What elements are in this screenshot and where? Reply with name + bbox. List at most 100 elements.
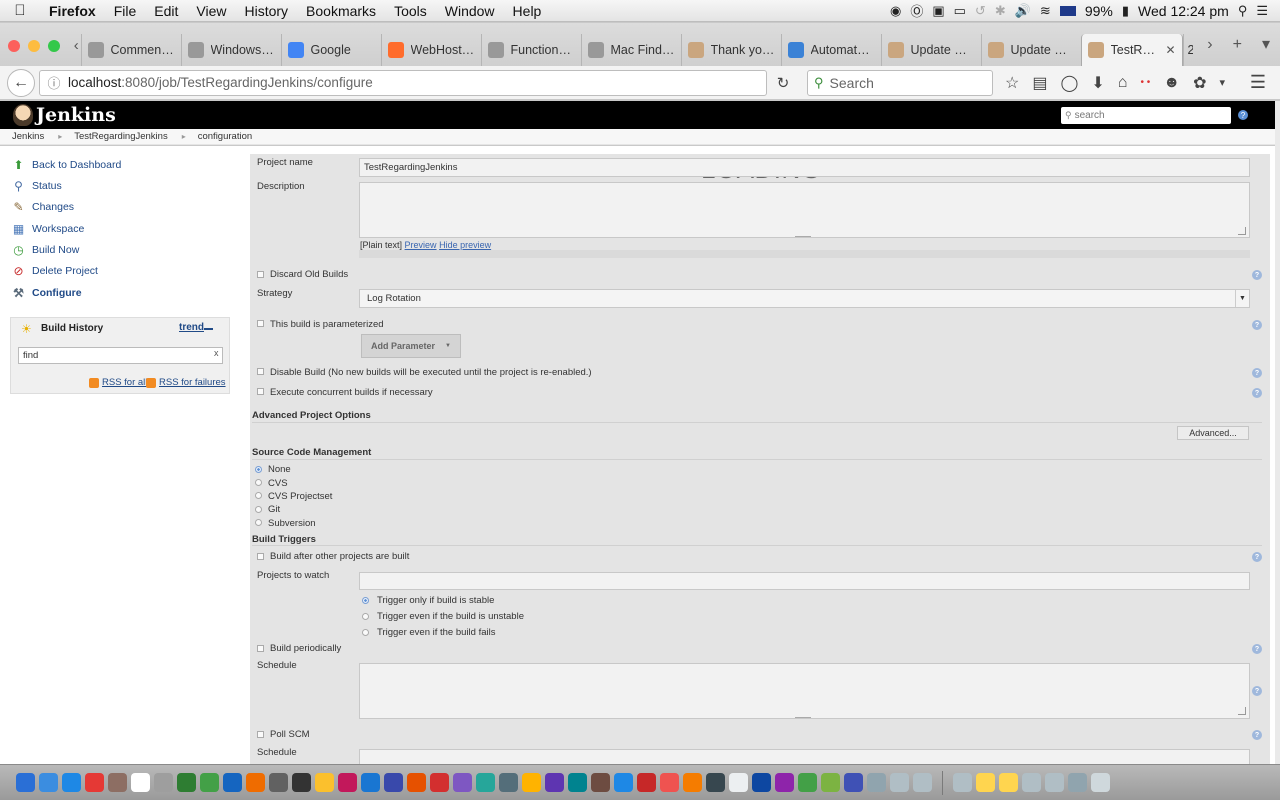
airplay-icon[interactable]: ▭ [954,3,966,19]
dock-app-icon[interactable] [953,773,972,792]
poll-scm-checkbox[interactable] [257,731,264,738]
dock-app-icon[interactable] [683,773,702,792]
menu-view[interactable]: View [187,3,235,19]
site-info-icon[interactable]: ⓘ [40,73,68,92]
status-b-icon[interactable]: Ⓞ [910,1,923,20]
menu-tools[interactable]: Tools [385,3,436,19]
page-scrollbar[interactable] [1275,101,1280,764]
menu-window[interactable]: Window [436,3,504,19]
help-icon[interactable]: ? [1252,368,1262,378]
task-back-to-dashboard[interactable]: ⬆ Back to Dashboard [11,157,121,172]
strategy-select[interactable]: Log Rotation ▼ [359,289,1250,308]
dock-app-icon[interactable] [177,773,196,792]
search-bar[interactable]: ⚲ Search [807,69,993,96]
reload-icon[interactable]: ↻ [767,74,799,92]
help-icon[interactable]: ? [1252,686,1262,696]
task-changes[interactable]: ✎ Changes [11,199,74,214]
dock-app-icon[interactable] [999,773,1018,792]
tab[interactable]: Automate… [780,34,881,66]
dock-app-icon[interactable] [85,773,104,792]
dock-app-icon[interactable] [476,773,495,792]
breadcrumb-jenkins[interactable]: Jenkins [0,131,58,142]
url-bar[interactable]: ⓘ localhost:8080/job/TestRegardingJenkin… [39,69,767,96]
dock-app-icon[interactable] [499,773,518,792]
status-book-icon[interactable]: ▣ [932,3,944,19]
dock-app-icon[interactable] [821,773,840,792]
tab[interactable]: Mac Find… [580,34,681,66]
jenkins-logo[interactable]: Jenkins [13,104,116,126]
menu-file[interactable]: File [105,3,146,19]
scm-git-radio[interactable] [255,506,262,513]
resize-grip-icon[interactable] [1238,707,1246,715]
collapse-icon[interactable] [204,328,213,330]
tab[interactable]: Google [280,34,381,66]
battery-icon[interactable]: ▮ [1122,3,1129,19]
tab[interactable]: Update C… [880,34,981,66]
rss-all-link[interactable]: RSS for all [89,377,147,388]
tab[interactable]: Windows… [180,34,281,66]
trigger-fails-radio[interactable] [362,629,369,636]
dock-app-icon[interactable] [568,773,587,792]
help-icon[interactable]: ? [1252,730,1262,740]
disable-build-checkbox[interactable] [257,368,264,375]
menu-edit[interactable]: Edit [145,3,187,19]
task-delete-project[interactable]: ⊘ Delete Project [11,263,97,278]
tab[interactable]: WebHost… [380,34,481,66]
task-configure[interactable]: ⚒ Configure [11,285,81,300]
addon-dots-icon[interactable]: • • [1140,77,1150,88]
trigger-unstable-radio[interactable] [362,613,369,620]
dock-app-icon[interactable] [407,773,426,792]
dock-app-icon[interactable] [338,773,357,792]
flag-icon[interactable] [1059,5,1076,16]
projects-to-watch-input[interactable] [359,572,1250,590]
dock-app-icon[interactable] [292,773,311,792]
dock-app-icon[interactable] [1022,773,1041,792]
breadcrumb-configuration[interactable]: configuration [186,131,266,142]
tab-scroll-left-icon[interactable]: ‹ [72,37,81,66]
task-workspace[interactable]: ▦ Workspace [11,221,85,236]
tab-active[interactable]: TestR… ✕ [1080,34,1183,66]
task-build-now[interactable]: ◷ Build Now [11,242,79,257]
menu-help[interactable]: Help [504,3,551,19]
dock-app-icon[interactable] [108,773,127,792]
tab[interactable]: Function… [480,34,581,66]
dock-app-icon[interactable] [384,773,403,792]
parameterized-checkbox[interactable] [257,320,264,327]
menubar-clock[interactable]: Wed 12:24 pm [1138,3,1229,19]
build-after-checkbox[interactable] [257,553,264,560]
dock-app-icon[interactable] [154,773,173,792]
dock-app-icon[interactable] [844,773,863,792]
tab-scroll-right-icon[interactable]: › [1197,36,1222,66]
time-machine-icon[interactable]: ↺ [975,3,986,19]
dock-app-icon[interactable] [131,773,150,792]
pocket-icon[interactable]: ◯ [1060,73,1078,93]
close-tab-icon[interactable]: ✕ [1165,43,1175,57]
trend-link[interactable]: trend [179,322,204,333]
breadcrumb-project[interactable]: TestRegardingJenkins [62,131,181,142]
scm-none-radio[interactable] [255,466,262,473]
dock-app-icon[interactable] [315,773,334,792]
dock-app-icon[interactable] [1068,773,1087,792]
dock-app-icon[interactable] [752,773,771,792]
add-parameter-button[interactable]: Add Parameter ▼ [361,334,461,358]
dock-app-icon[interactable] [200,773,219,792]
description-textarea[interactable] [359,182,1250,238]
dock-app-icon[interactable] [269,773,288,792]
dock-app-icon[interactable] [913,773,932,792]
bookmark-star-icon[interactable]: ☆ [1005,73,1019,93]
minimize-window-button[interactable] [28,40,40,52]
build-history-find-input[interactable]: find [18,347,223,364]
dock-app-icon[interactable] [591,773,610,792]
dock-app-icon[interactable] [660,773,679,792]
dock-app-icon[interactable] [976,773,995,792]
menu-bookmarks[interactable]: Bookmarks [297,3,385,19]
dock-app-icon[interactable] [890,773,909,792]
dock-app-icon[interactable] [453,773,472,792]
search-engine-icon[interactable]: ⚲ [814,75,824,91]
dock-app-icon[interactable] [1045,773,1064,792]
volume-icon[interactable]: 🔊 [1015,3,1031,19]
downloads-icon[interactable]: ⬇ [1091,73,1104,93]
dock-app-icon[interactable] [1091,773,1110,792]
dock-app-icon[interactable] [775,773,794,792]
jenkins-search-input[interactable]: ⚲ search [1061,106,1231,124]
